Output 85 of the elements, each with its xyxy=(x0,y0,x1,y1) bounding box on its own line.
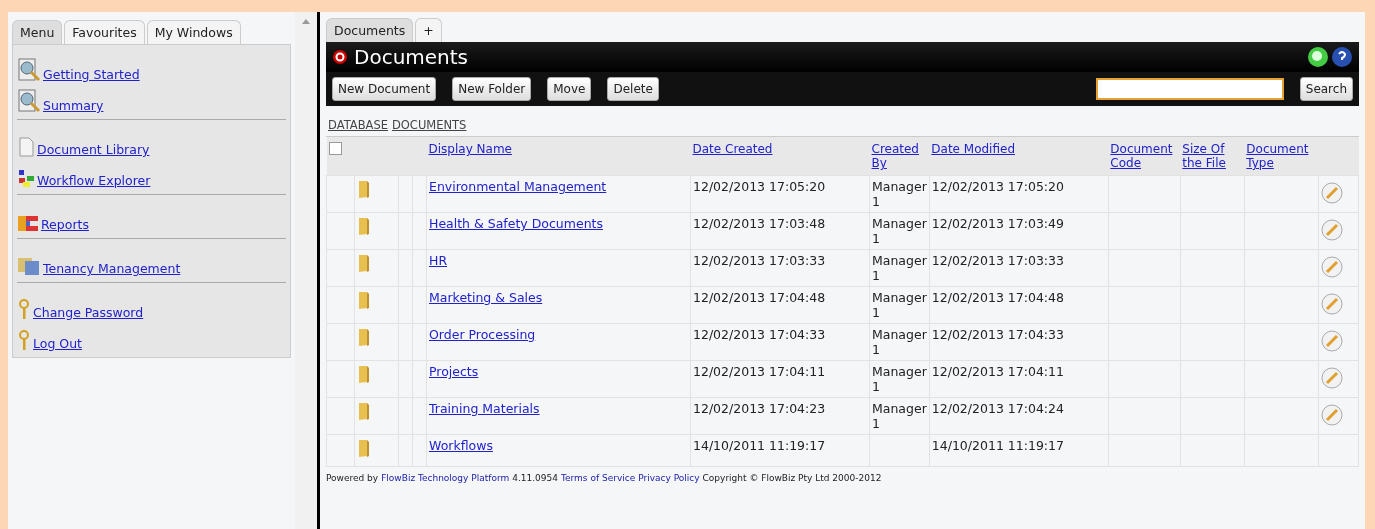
folder-icon xyxy=(357,216,371,236)
help-icon[interactable] xyxy=(1331,46,1353,68)
toolbar-button[interactable]: New Folder xyxy=(452,77,532,101)
date-created: 12/02/2013 17:04:11 xyxy=(693,364,826,379)
folder-icon xyxy=(357,253,371,273)
date-created: 12/02/2013 17:04:23 xyxy=(693,401,826,416)
date-created: 14/10/2011 11:19:17 xyxy=(693,438,826,453)
menu-link[interactable]: Log Out xyxy=(33,336,82,351)
menu-link[interactable]: Change Password xyxy=(33,305,144,320)
breadcrumb-link[interactable]: DOCUMENTS xyxy=(391,118,467,132)
footer-link[interactable]: Privacy Policy xyxy=(638,473,700,483)
folder-icon xyxy=(357,327,371,347)
toolbar-button[interactable]: Move xyxy=(547,77,592,101)
created-by: Manager 1 xyxy=(872,253,927,283)
scroll-up-icon[interactable] xyxy=(302,18,310,24)
window-tab[interactable]: Documents xyxy=(326,18,414,42)
toolbar-button[interactable]: Delete xyxy=(607,77,659,101)
footer-text: Copyright © FlowBiz Pty Ltd 2000-2012 xyxy=(702,473,882,483)
edit-icon[interactable] xyxy=(1320,366,1343,389)
sidebar-tab[interactable]: My Windows xyxy=(146,20,241,44)
magnifier-page-icon xyxy=(17,58,41,82)
folders-icon xyxy=(17,256,41,276)
edit-icon[interactable] xyxy=(1320,181,1343,204)
date-created: 12/02/2013 17:04:48 xyxy=(693,290,826,305)
folder-link[interactable]: HR xyxy=(429,253,448,268)
date-modified: 12/02/2013 17:04:48 xyxy=(931,290,1064,305)
date-created: 12/02/2013 17:05:20 xyxy=(693,179,826,194)
sidebar-tab[interactable]: Favourites xyxy=(64,20,145,44)
magnifier-page-icon xyxy=(17,89,41,113)
sidebar-tab[interactable]: Menu xyxy=(12,20,63,44)
date-modified: 12/02/2013 17:04:11 xyxy=(931,364,1064,379)
date-created: 12/02/2013 17:04:33 xyxy=(693,327,826,342)
date-modified: 14/10/2011 11:19:17 xyxy=(931,438,1064,453)
menu-link[interactable]: Getting Started xyxy=(43,67,140,82)
folder-icon xyxy=(357,438,371,458)
page-icon xyxy=(17,137,35,157)
created-by: Manager 1 xyxy=(872,401,927,431)
search-field[interactable] xyxy=(1095,78,1284,100)
edit-icon[interactable] xyxy=(1320,255,1343,278)
folder-icon xyxy=(357,179,371,199)
edit-icon[interactable] xyxy=(1320,329,1343,352)
menu-link[interactable]: Summary xyxy=(43,98,104,113)
date-created: 12/02/2013 17:03:48 xyxy=(693,216,826,231)
edit-icon[interactable] xyxy=(1320,218,1343,241)
created-by: Manager 1 xyxy=(872,290,927,320)
folder-link[interactable]: Training Materials xyxy=(429,401,540,416)
flowchart-icon xyxy=(17,168,35,188)
menu-link[interactable]: Document Library xyxy=(37,142,150,157)
logo-icon xyxy=(332,49,348,65)
key-icon xyxy=(17,329,31,351)
folder-link[interactable]: Projects xyxy=(429,364,479,379)
date-modified: 12/02/2013 17:05:20 xyxy=(931,179,1064,194)
folder-link[interactable]: Order Processing xyxy=(429,327,536,342)
menu-link[interactable]: Tenancy Management xyxy=(43,261,181,276)
search-button[interactable]: Search xyxy=(1299,77,1353,101)
edit-icon[interactable] xyxy=(1320,403,1343,426)
bars-icon xyxy=(17,214,39,232)
footer-text: Powered by xyxy=(326,473,379,483)
date-modified: 12/02/2013 17:03:33 xyxy=(931,253,1064,268)
footer-text: 4.11.0954 xyxy=(512,473,559,483)
created-by: Manager 1 xyxy=(872,216,927,246)
date-modified: 12/02/2013 17:03:49 xyxy=(931,216,1064,231)
breadcrumb-link[interactable]: DATABASE xyxy=(328,118,388,132)
menu-link[interactable]: Reports xyxy=(41,217,89,232)
window-tab[interactable]: + xyxy=(415,18,442,42)
folder-link[interactable]: Workflows xyxy=(429,438,493,453)
checkbox[interactable] xyxy=(328,142,342,155)
footer-link[interactable]: FlowBiz Technology Platform xyxy=(381,473,510,483)
created-by: Manager 1 xyxy=(872,179,927,209)
folder-icon xyxy=(357,401,371,421)
date-modified: 12/02/2013 17:04:33 xyxy=(931,327,1064,342)
toolbar-button[interactable]: New Document xyxy=(332,77,437,101)
scrollbar[interactable] xyxy=(295,12,317,529)
date-modified: 12/02/2013 17:04:24 xyxy=(931,401,1064,416)
window-title: Documents xyxy=(354,45,469,69)
folder-link[interactable]: Marketing & Sales xyxy=(429,290,543,305)
created-by: Manager 1 xyxy=(872,364,927,394)
date-created: 12/02/2013 17:03:33 xyxy=(693,253,826,268)
folder-icon xyxy=(357,364,371,384)
menu-link[interactable]: Workflow Explorer xyxy=(37,173,151,188)
edit-icon[interactable] xyxy=(1320,292,1343,315)
created-by: Manager 1 xyxy=(872,327,927,357)
key-icon xyxy=(17,298,31,320)
folder-icon xyxy=(357,290,371,310)
footer-link[interactable]: Terms of Service xyxy=(561,473,636,483)
